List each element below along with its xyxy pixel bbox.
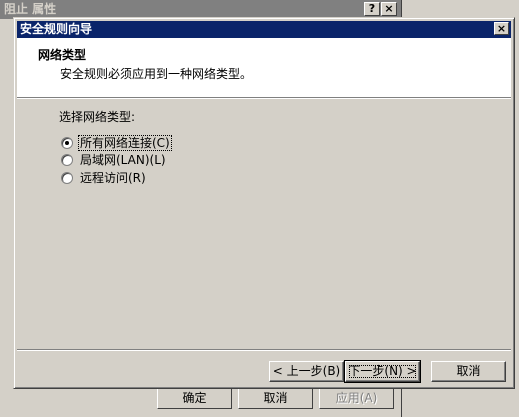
button-area-separator bbox=[17, 349, 511, 351]
radio-button-checked[interactable] bbox=[61, 137, 73, 149]
radio-label-lan[interactable]: 局域网(LAN)(L) bbox=[79, 153, 167, 167]
back-button[interactable]: < 上一步(B) bbox=[269, 361, 344, 382]
radio-remote-access[interactable]: 远程访问(R) bbox=[61, 170, 147, 186]
header-title: 网络类型 bbox=[38, 48, 87, 62]
header-divider bbox=[17, 98, 511, 99]
wizard-titlebar: 安全规则向导 × bbox=[17, 21, 511, 38]
security-rule-wizard-dialog: 安全规则向导 × 网络类型 安全规则必须应用到一种网络类型。 选择网络类型: 所… bbox=[13, 17, 515, 389]
radio-button-unchecked[interactable] bbox=[61, 154, 73, 166]
background-cancel-button[interactable]: 取消 bbox=[238, 388, 313, 409]
wizard-title: 安全规则向导 bbox=[20, 22, 93, 36]
radio-label-remote-access[interactable]: 远程访问(R) bbox=[79, 171, 147, 185]
help-button[interactable]: ? bbox=[364, 2, 380, 16]
cancel-button[interactable]: 取消 bbox=[431, 361, 506, 382]
header-subtitle: 安全规则必须应用到一种网络类型。 bbox=[60, 67, 253, 81]
radio-lan[interactable]: 局域网(LAN)(L) bbox=[61, 152, 167, 168]
background-close-button[interactable]: × bbox=[381, 2, 397, 16]
next-button-label: 下一步(N) > bbox=[346, 362, 419, 381]
wizard-close-button[interactable]: × bbox=[494, 22, 509, 35]
wizard-header-panel: 网络类型 安全规则必须应用到一种网络类型。 bbox=[17, 38, 511, 98]
network-type-prompt: 选择网络类型: bbox=[59, 110, 136, 124]
ok-button[interactable]: 确定 bbox=[157, 388, 232, 409]
next-button[interactable]: 下一步(N) > bbox=[344, 360, 421, 383]
close-icon: × bbox=[384, 2, 394, 15]
apply-button: 应用(A) bbox=[319, 388, 394, 409]
radio-all-network-connections[interactable]: 所有网络连接(C) bbox=[61, 135, 172, 151]
background-window-title: 阻止 属性 bbox=[4, 2, 57, 16]
help-icon: ? bbox=[368, 2, 376, 15]
radio-button-unchecked[interactable] bbox=[61, 172, 73, 184]
close-icon: × bbox=[496, 22, 507, 35]
radio-label-all-connections[interactable]: 所有网络连接(C) bbox=[78, 135, 172, 151]
